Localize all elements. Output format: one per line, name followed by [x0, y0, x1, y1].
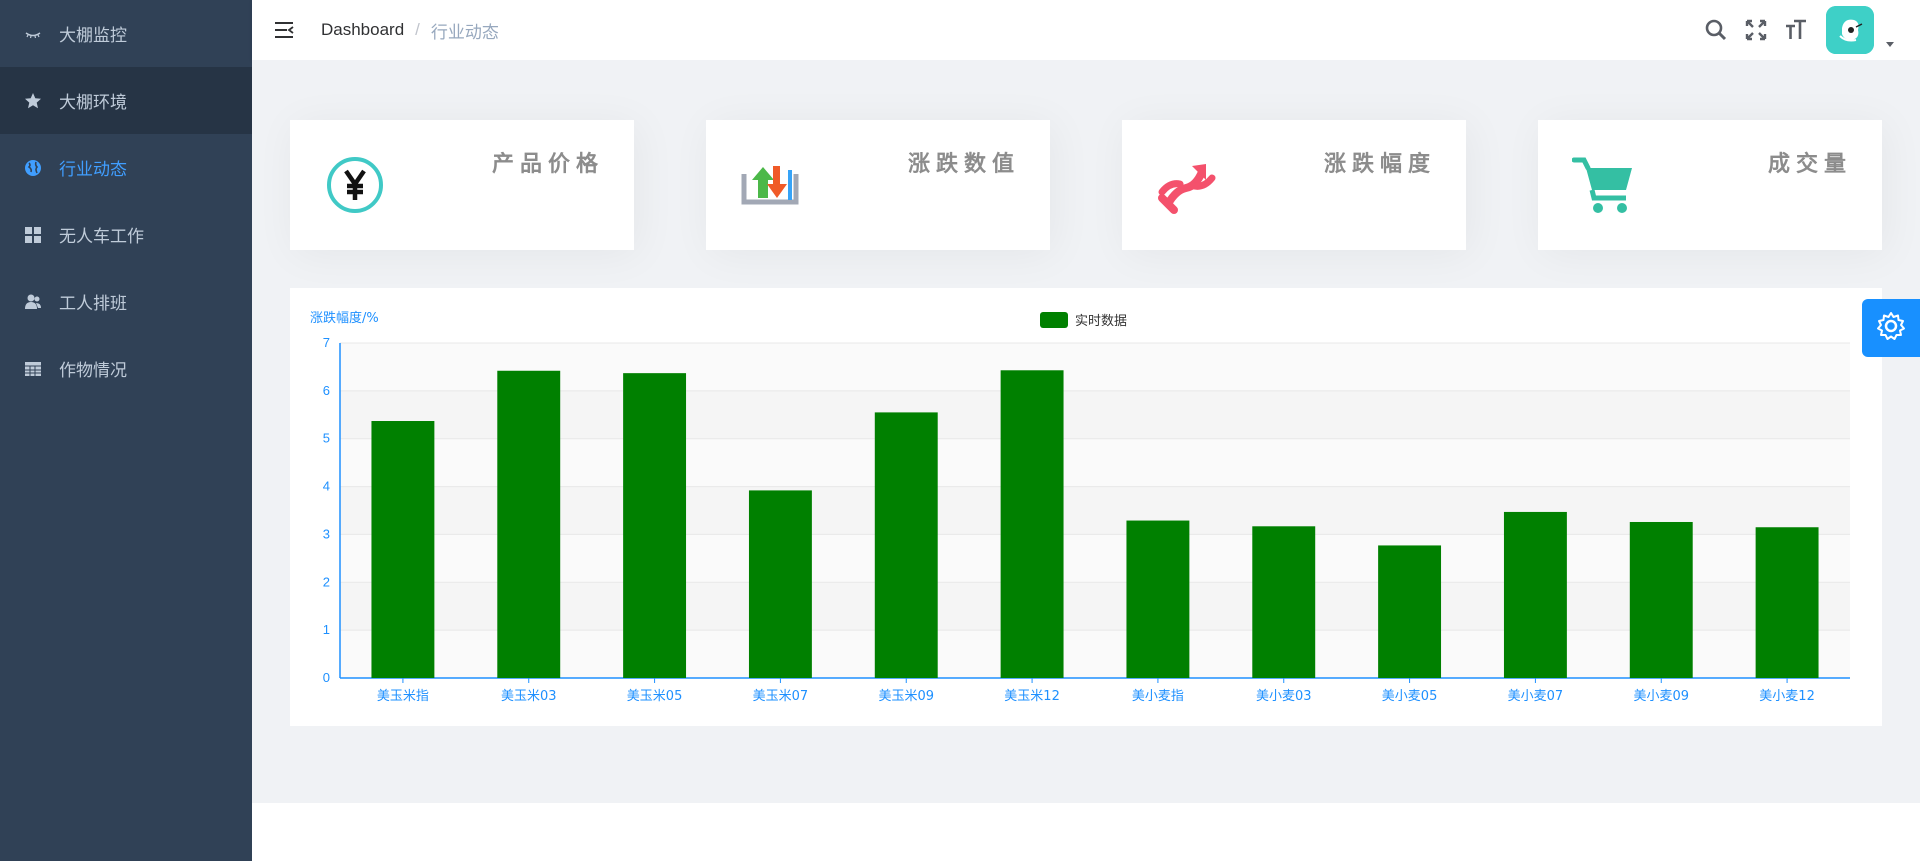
sidebar: 大棚监控 大棚环境 行业动态 无人车工作 工人排班 作物情况: [0, 0, 252, 861]
y-tick-label: 4: [323, 479, 330, 494]
x-tick-label: 美小麦05: [1382, 689, 1438, 704]
bar-updown-icon: [740, 154, 802, 216]
y-tick-label: 1: [323, 622, 330, 637]
shopping-cart-icon: [1572, 154, 1634, 216]
bar-chart: 0 1 2 3 4 5 6 7 涨跌幅度/% 实时数据美玉米指 美玉米03 美玉米05 美玉米07 美玉米…: [310, 310, 1850, 704]
sidebar-item-label: 作物情况: [59, 361, 127, 380]
chart-card: 0 1 2 3 4 5 6 7 涨跌幅度/% 实时数据美玉米指 美玉米03 美玉米05 美玉米07 美玉米…: [290, 288, 1882, 726]
fullscreen-icon[interactable]: [1742, 16, 1770, 44]
bar: [748, 490, 812, 678]
hamburger-icon[interactable]: [272, 18, 296, 42]
legend-label: 实时数据: [1075, 314, 1127, 329]
panel-product-price[interactable]: 产品价格: [290, 120, 634, 250]
breadcrumb-separator: /: [415, 20, 420, 39]
grid-band: [340, 343, 1850, 391]
panel-title: 涨跌幅度: [1323, 152, 1436, 177]
bar: [1252, 526, 1316, 678]
sidebar-item-label: 无人车工作: [59, 227, 144, 246]
y-axis-label: 涨跌幅度/%: [310, 310, 379, 326]
breadcrumb: Dashboard / 行业动态: [321, 0, 499, 60]
x-tick-label: 美小麦03: [1256, 689, 1312, 704]
sidebar-item-label: 大棚环境: [59, 93, 127, 112]
globe-icon: [23, 158, 43, 178]
dashboard-grid-icon: [23, 225, 43, 245]
x-tick-label: 美玉米12: [1004, 689, 1060, 704]
grid-band: [340, 486, 1850, 535]
sidebar-item-label: 行业动态: [59, 160, 127, 179]
sidebar-item-label: 大棚监控: [59, 26, 127, 45]
panel-title: 产品价格: [491, 152, 604, 177]
sidebar-item-worker-schedule[interactable]: 工人排班: [0, 268, 252, 335]
settings-button[interactable]: [1862, 299, 1920, 357]
app-root: 大棚监控 大棚环境 行业动态 无人车工作 工人排班 作物情况 Dashboard…: [0, 0, 1920, 861]
y-tick-label: 5: [323, 431, 330, 446]
x-tick-label: 美玉米07: [753, 689, 809, 704]
panel-change-value[interactable]: 涨跌数值: [706, 120, 1050, 250]
panel-volume[interactable]: 成交量: [1538, 120, 1882, 250]
sidebar-item-industry-news[interactable]: 行业动态: [0, 134, 252, 201]
breadcrumb-home-link[interactable]: Dashboard: [321, 20, 404, 40]
panel-title: 成交量: [1767, 152, 1852, 177]
bar: [497, 370, 561, 678]
panel-title: 涨跌数值: [907, 152, 1020, 177]
bar: [1755, 527, 1819, 678]
eye-closed-icon: [23, 24, 43, 44]
bar: [623, 373, 687, 678]
sidebar-item-crop-status[interactable]: 作物情况: [0, 335, 252, 402]
y-tick-label: 0: [323, 670, 330, 685]
bar: [1126, 520, 1190, 678]
people-icon: [23, 292, 43, 312]
grid-band: [340, 390, 1850, 439]
grid-band: [340, 630, 1850, 678]
x-tick-label: 美玉米03: [501, 689, 557, 704]
y-tick-label: 7: [323, 335, 330, 350]
sidebar-item-unmanned-vehicle[interactable]: 无人车工作: [0, 201, 252, 268]
sidebar-item-greenhouse-env[interactable]: 大棚环境: [0, 67, 252, 134]
breadcrumb-current: 行业动态: [430, 22, 499, 42]
grid-band: [340, 582, 1850, 631]
navbar: Dashboard / 行业动态: [252, 0, 1920, 60]
swap-arrows-icon: [1156, 154, 1218, 216]
x-tick-label: 美小麦指: [1132, 689, 1184, 704]
sidebar-item-label: 工人排班: [59, 294, 127, 313]
bar: [1378, 545, 1442, 678]
caret-down-icon[interactable]: [1884, 37, 1896, 49]
search-icon[interactable]: [1702, 16, 1730, 44]
avatar[interactable]: [1826, 6, 1874, 54]
sidebar-item-greenhouse-monitor[interactable]: 大棚监控: [0, 0, 252, 67]
legend-swatch: [1040, 312, 1068, 328]
bar: [1629, 521, 1693, 678]
bar: [1000, 370, 1064, 678]
x-tick-label: 美玉米05: [627, 689, 683, 704]
x-tick-label: 美玉米09: [878, 689, 934, 704]
x-tick-label: 美小麦07: [1508, 689, 1564, 704]
panel-change-rate[interactable]: 涨跌幅度: [1122, 120, 1466, 250]
grid-band: [340, 438, 1850, 487]
y-tick-label: 6: [323, 383, 330, 398]
bar: [874, 412, 938, 678]
font-size-icon[interactable]: [1782, 16, 1810, 44]
star-icon: [23, 91, 43, 111]
x-tick-label: 美小麦09: [1633, 689, 1689, 704]
y-tick-label: 3: [323, 526, 330, 541]
grid-band: [340, 534, 1850, 583]
x-tick-label: 美玉米指: [377, 689, 429, 704]
y-tick-label: 2: [323, 574, 330, 589]
table-icon: [23, 359, 43, 379]
gear-icon: [1876, 311, 1906, 346]
bar: [371, 421, 435, 678]
yen-icon: [324, 154, 386, 216]
bar: [1503, 511, 1567, 678]
x-tick-label: 美小麦12: [1759, 689, 1815, 704]
